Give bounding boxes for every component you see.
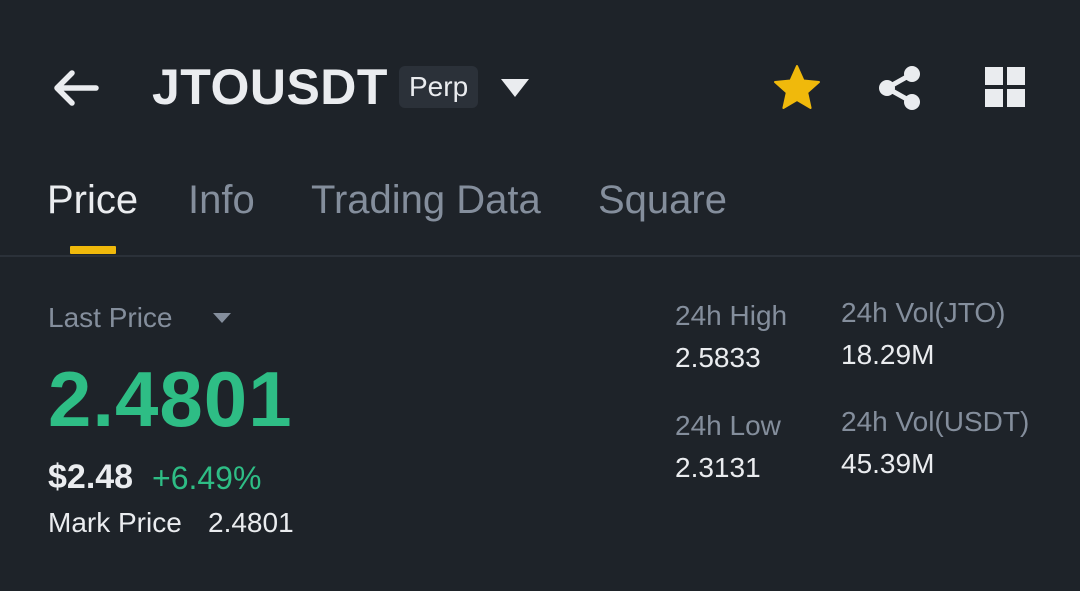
volume-jto-value: 18.29M xyxy=(841,339,935,370)
caret-down-icon xyxy=(213,313,231,323)
active-tab-indicator xyxy=(70,246,116,254)
low-24h-label: 24h Low xyxy=(675,410,781,441)
last-price-dropdown[interactable] xyxy=(211,311,233,325)
change-percent: +6.49% xyxy=(152,460,262,496)
back-button[interactable] xyxy=(48,62,104,114)
tab-info[interactable]: Info xyxy=(188,178,255,223)
favorite-button[interactable] xyxy=(772,63,822,113)
high-24h-label: 24h High xyxy=(675,300,788,331)
volume-jto-label: 24h Vol(JTO) xyxy=(841,297,1006,328)
high-24h-value: 2.5833 xyxy=(675,342,761,373)
layout-grid-button[interactable] xyxy=(982,64,1028,110)
symbol-dropdown-button[interactable] xyxy=(498,74,532,102)
star-icon xyxy=(774,65,820,109)
volume-usdt-label: 24h Vol(USDT) xyxy=(841,406,1030,437)
mark-price-value: 2.4801 xyxy=(208,507,294,538)
tab-trading-data[interactable]: Trading Data xyxy=(311,178,541,223)
chevron-down-icon xyxy=(501,79,529,97)
mark-price-label: Mark Price xyxy=(48,507,182,538)
tab-price[interactable]: Price xyxy=(47,178,138,223)
last-price-value: 2.4801 xyxy=(48,355,293,443)
low-24h-value: 2.3131 xyxy=(675,452,761,483)
back-arrow-icon xyxy=(54,70,99,106)
last-price-selector[interactable]: Last Price xyxy=(48,302,173,334)
symbol-title[interactable]: JTOUSDT xyxy=(152,58,388,116)
tab-divider xyxy=(0,255,1080,257)
tab-square[interactable]: Square xyxy=(598,178,727,223)
perp-badge: Perp xyxy=(399,66,479,108)
grid-icon xyxy=(985,67,1025,107)
share-icon xyxy=(879,66,920,110)
usd-price: $2.48 xyxy=(48,458,134,496)
volume-usdt-value: 45.39M xyxy=(841,448,935,479)
share-button[interactable] xyxy=(875,63,925,113)
